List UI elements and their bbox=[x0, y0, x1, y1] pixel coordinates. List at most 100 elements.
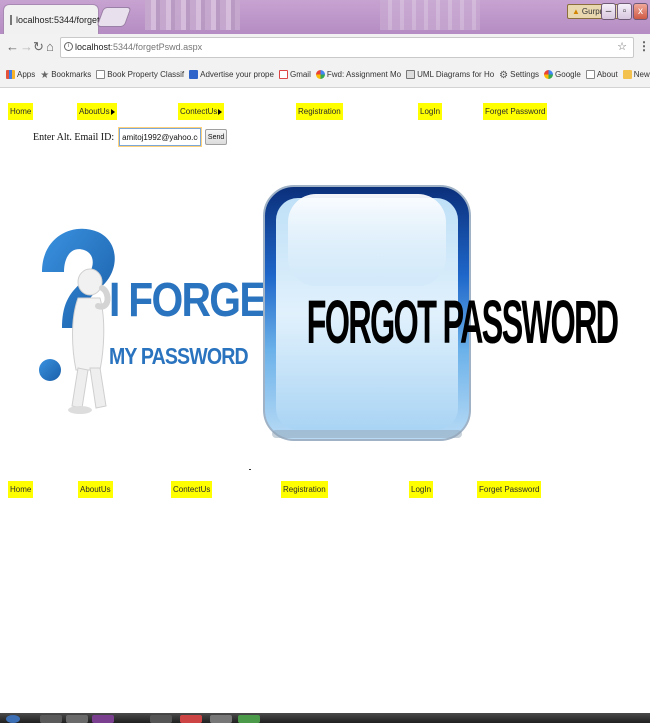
nav-registration-link[interactable]: Registration bbox=[296, 103, 343, 120]
nav-about-link[interactable]: AboutUs bbox=[77, 103, 117, 120]
menu-icon[interactable]: ⋮ bbox=[638, 39, 650, 53]
warning-icon: ▲ bbox=[572, 7, 580, 16]
back-arrow-icon[interactable]: ← bbox=[6, 39, 19, 55]
url-path: :5344/forgetPswd.aspx bbox=[110, 42, 203, 52]
document-icon bbox=[585, 70, 595, 79]
bookmark-item[interactable]: New folder bbox=[622, 70, 650, 79]
taskbar-app-icon[interactable] bbox=[238, 715, 260, 723]
bookmark-item[interactable]: About bbox=[585, 70, 618, 79]
footer-registration-link[interactable]: Registration bbox=[281, 481, 328, 498]
tab-title: localhost:5344/forgetPs bbox=[16, 14, 111, 25]
nav-label: LogIn bbox=[420, 107, 441, 116]
reload-icon[interactable]: ↻ bbox=[33, 39, 44, 55]
uml-icon bbox=[406, 70, 416, 79]
nav-label: Registration bbox=[283, 485, 326, 494]
nav-contact-link[interactable]: ContectUs bbox=[178, 103, 225, 120]
taskbar-app-icon[interactable] bbox=[92, 715, 114, 723]
google-icon bbox=[315, 70, 325, 79]
google-icon bbox=[544, 70, 554, 79]
document-icon bbox=[96, 70, 106, 79]
address-bar[interactable]: i localhost:5344/forgetPswd.aspx ☆ bbox=[60, 37, 634, 58]
apps-icon bbox=[6, 70, 15, 79]
bookmark-item[interactable]: Google bbox=[544, 70, 581, 79]
gmail-icon bbox=[278, 70, 288, 79]
taskbar-app-icon[interactable] bbox=[66, 715, 88, 723]
bookmark-label: About bbox=[596, 70, 618, 79]
email-label: Enter Alt. Email ID: bbox=[33, 131, 115, 143]
nav-label: Forget Password bbox=[479, 485, 540, 494]
bookmark-label: New folder bbox=[633, 70, 650, 79]
taskbar-app-icon[interactable] bbox=[210, 715, 232, 723]
taskbar-app-icon[interactable] bbox=[180, 715, 202, 723]
start-button[interactable] bbox=[6, 715, 20, 723]
browser-tab[interactable]: localhost:5344/forgetPs x bbox=[3, 4, 115, 34]
send-button[interactable]: Send bbox=[205, 129, 228, 145]
bookmark-label: Bookmarks bbox=[51, 70, 92, 79]
nav-forget-password-link[interactable]: Forget Password bbox=[483, 103, 548, 120]
nav-label: ContectUs bbox=[180, 107, 218, 116]
nav-label: AboutUs bbox=[80, 485, 111, 494]
page-icon bbox=[10, 14, 12, 25]
submenu-arrow-icon bbox=[218, 108, 223, 115]
alt-email-form: Enter Alt. Email ID: Send bbox=[33, 128, 228, 146]
url-host: localhost bbox=[75, 42, 111, 52]
footer-home-link[interactable]: Home bbox=[8, 481, 34, 498]
bookmark-label: Apps bbox=[17, 70, 36, 79]
new-tab-button[interactable] bbox=[96, 7, 132, 27]
alt-email-input[interactable] bbox=[119, 128, 202, 146]
nav-label: Home bbox=[10, 485, 32, 494]
nav-home-link[interactable]: Home bbox=[8, 103, 34, 120]
nav-label: ContectUs bbox=[173, 485, 211, 494]
footer-login-link[interactable]: LogIn bbox=[409, 481, 434, 498]
footer-about-link[interactable]: AboutUs bbox=[78, 481, 113, 498]
forgot-password-image-label: FORGOT PASSWORD bbox=[306, 287, 619, 357]
bookmark-label: Gmail bbox=[289, 70, 311, 79]
footer-contact-link[interactable]: ContectUs bbox=[171, 481, 213, 498]
browser-toolbar: ← → ↻ ⌂ i localhost:5344/forgetPswd.aspx… bbox=[0, 34, 650, 62]
bookmark-item[interactable]: Book Property Classif bbox=[96, 70, 184, 79]
bookmarks-bar: Apps ★ Bookmarks Book Property Classif Ad… bbox=[0, 62, 650, 88]
bookmark-item[interactable]: Fwd: Assignment Mo bbox=[315, 70, 402, 79]
info-icon[interactable]: i bbox=[64, 42, 73, 51]
nav-label: Home bbox=[10, 107, 32, 116]
bookmark-item[interactable]: Advertise your prope bbox=[189, 70, 274, 79]
bottom-navigation: Home AboutUs ContectUs Registration LogI… bbox=[0, 481, 650, 499]
star-icon: ★ bbox=[40, 70, 50, 81]
bookmark-label: Fwd: Assignment Mo bbox=[326, 70, 402, 79]
nav-login-link[interactable]: LogIn bbox=[418, 103, 443, 120]
folder-icon bbox=[622, 70, 632, 79]
stray-dot bbox=[249, 469, 251, 470]
taskbar-app-icon[interactable] bbox=[150, 715, 172, 723]
home-icon[interactable]: ⌂ bbox=[46, 39, 54, 55]
maximize-button[interactable]: ▫ bbox=[617, 3, 632, 20]
gear-icon: ⚙ bbox=[499, 70, 509, 81]
close-window-button[interactable]: x bbox=[633, 3, 648, 20]
nav-label: AboutUs bbox=[79, 107, 110, 116]
forward-arrow-icon[interactable]: → bbox=[20, 39, 33, 55]
bookmark-label: Settings bbox=[510, 70, 540, 79]
bookmark-item[interactable]: Gmail bbox=[278, 70, 311, 79]
minimize-button[interactable]: – bbox=[601, 3, 616, 20]
footer-forget-password-link[interactable]: Forget Password bbox=[477, 481, 542, 498]
submenu-arrow-icon bbox=[110, 108, 115, 115]
nav-label: LogIn bbox=[411, 485, 432, 494]
bookmark-item[interactable]: ⚙ Settings bbox=[499, 70, 540, 81]
forget-image-subtitle: MY PASSWORD bbox=[109, 343, 249, 369]
titlebar-background-image bbox=[145, 0, 240, 30]
advertise-icon bbox=[189, 70, 199, 79]
browser-titlebar: localhost:5344/forgetPs x ▲Gurpreet – ▫ … bbox=[0, 0, 650, 34]
bookmark-item[interactable]: UML Diagrams for Ho bbox=[406, 70, 494, 79]
bookmark-label: Google bbox=[555, 70, 581, 79]
nav-label: Registration bbox=[298, 107, 341, 116]
bookmark-label: Book Property Classif bbox=[107, 70, 185, 79]
os-taskbar bbox=[0, 713, 650, 723]
top-navigation: Home AboutUs ContectUs Registration LogI… bbox=[0, 103, 650, 121]
bookmark-label: Advertise your prope bbox=[200, 70, 274, 79]
bookmark-label: UML Diagrams for Ho bbox=[417, 70, 495, 79]
nav-label: Forget Password bbox=[485, 107, 546, 116]
taskbar-app-icon[interactable] bbox=[40, 715, 62, 723]
bookmark-star-icon[interactable]: ☆ bbox=[617, 38, 627, 57]
bookmark-item[interactable]: ★ Bookmarks bbox=[40, 70, 92, 81]
titlebar-background-image bbox=[380, 0, 480, 30]
bookmark-item[interactable]: Apps bbox=[6, 70, 35, 79]
